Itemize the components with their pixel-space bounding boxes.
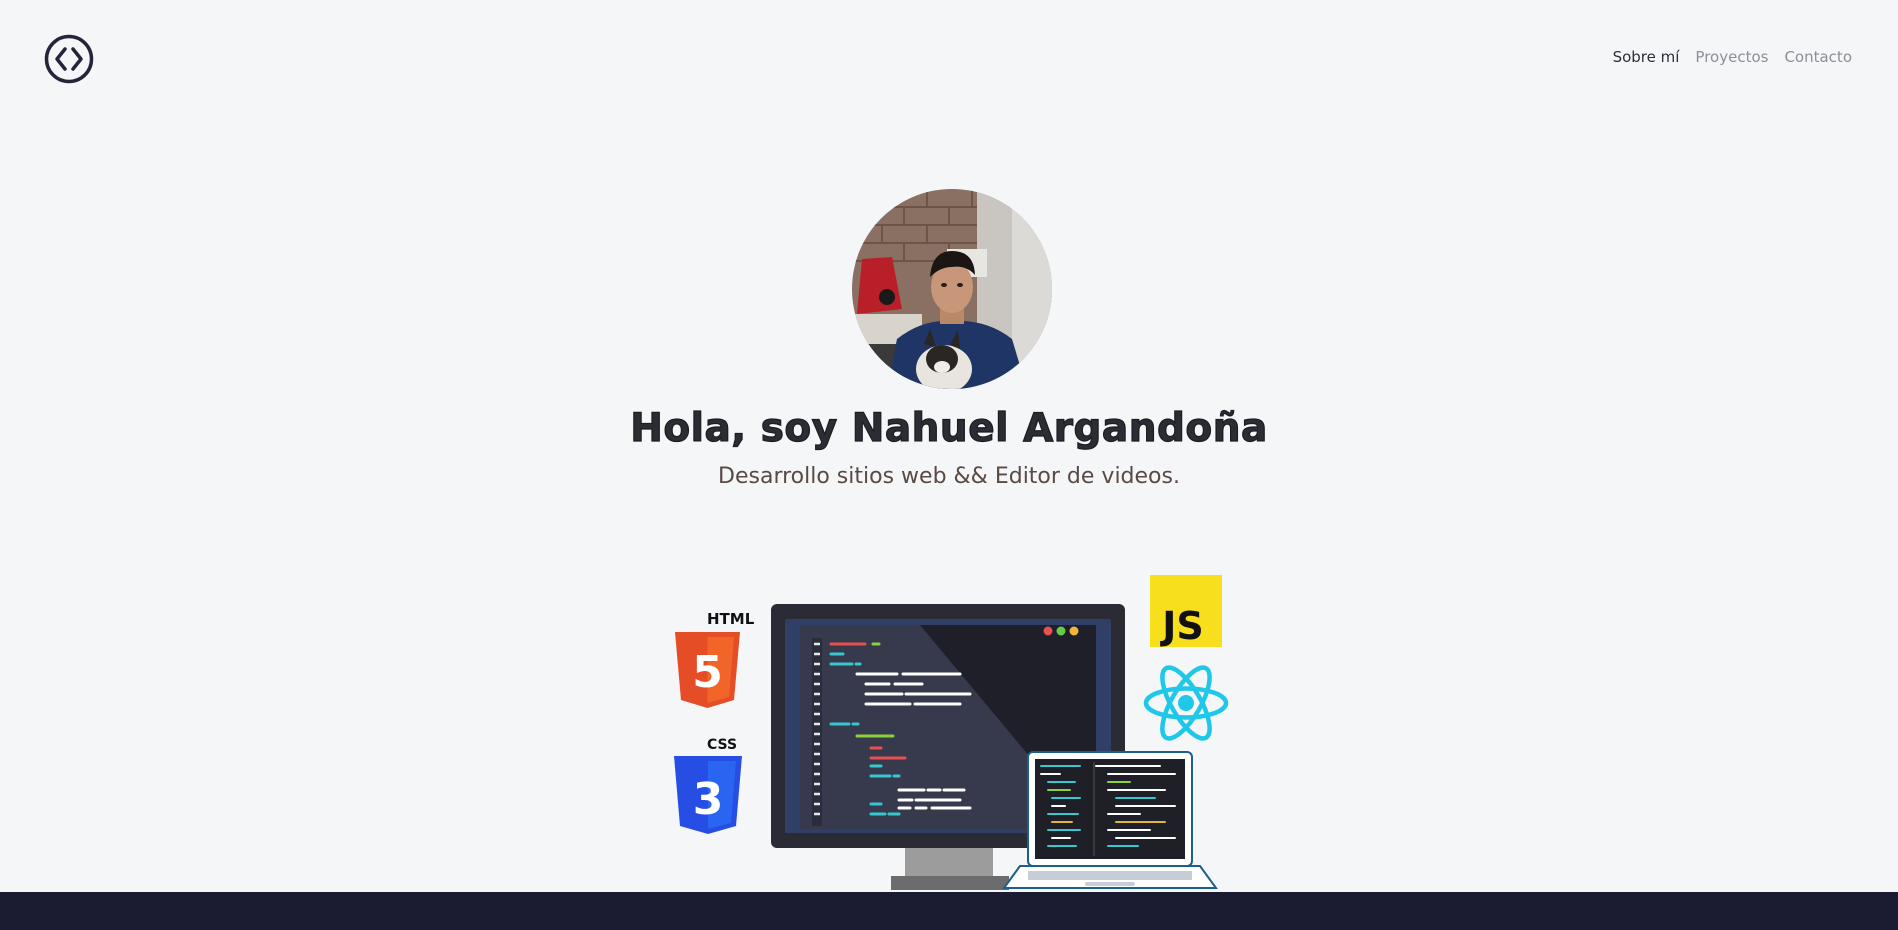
css-logo-number: 3 bbox=[693, 774, 724, 825]
laptop-illustration bbox=[1002, 751, 1218, 889]
footer-band bbox=[0, 892, 1898, 930]
main-nav: Sobre mí Proyectos Contacto bbox=[1613, 48, 1852, 66]
nav-link-contacto[interactable]: Contacto bbox=[1784, 48, 1852, 66]
css-logo-label: CSS bbox=[707, 737, 737, 753]
hero-illustration: HTML 5 CSS 3 JS bbox=[660, 570, 1260, 892]
nav-link-proyectos[interactable]: Proyectos bbox=[1695, 48, 1768, 66]
html-logo-number: 5 bbox=[692, 647, 723, 698]
react-atom-icon bbox=[1143, 665, 1229, 741]
html5-logo-icon: HTML 5 bbox=[675, 610, 755, 708]
nav-link-sobre-mi[interactable]: Sobre mí bbox=[1613, 48, 1680, 66]
avatar bbox=[852, 189, 1052, 389]
css3-logo-icon: CSS 3 bbox=[674, 737, 742, 834]
javascript-logo-icon: JS bbox=[1150, 575, 1222, 648]
js-logo-label: JS bbox=[1159, 604, 1204, 648]
hero-title: Hola, soy Nahuel Argandoña bbox=[630, 405, 1268, 451]
logo-icon[interactable] bbox=[44, 34, 94, 84]
html-logo-label: HTML bbox=[707, 610, 755, 628]
hero-subtitle: Desarrollo sitios web && Editor de video… bbox=[718, 464, 1180, 489]
page: Sobre mí Proyectos Contacto Hola, soy Na… bbox=[0, 0, 1898, 930]
